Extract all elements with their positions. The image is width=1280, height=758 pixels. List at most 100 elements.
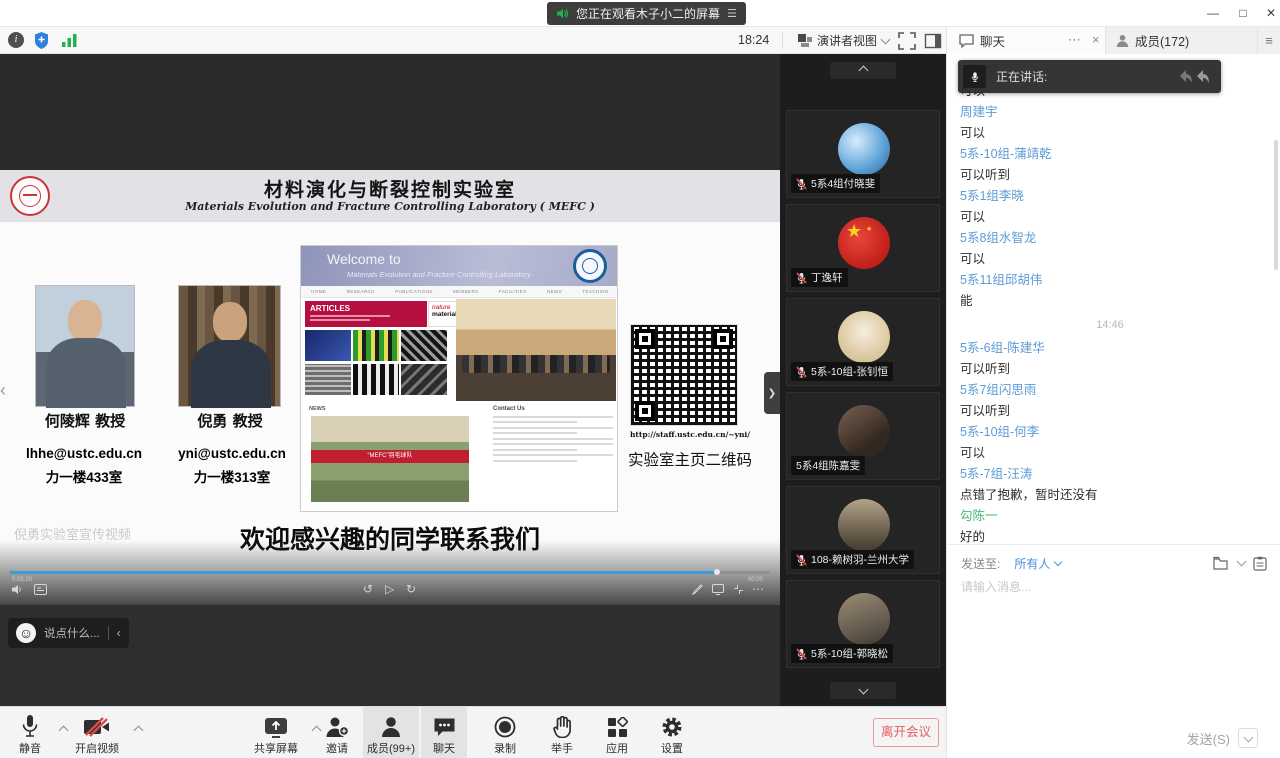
record-icon (494, 716, 516, 738)
chat-label: 聊天 (421, 740, 467, 756)
security-shield-icon[interactable] (34, 32, 49, 49)
settings-button[interactable]: 设置 (646, 712, 698, 756)
start-video-button[interactable]: 开启视频 (64, 712, 130, 756)
avatar (838, 123, 890, 175)
watching-screen-banner[interactable]: 您正在观看木子小二的屏幕 ☰ (547, 2, 746, 25)
participant-name: 5系-10组-张钊恒 (811, 364, 888, 379)
share-screen-button[interactable]: 共享屏幕 (242, 712, 310, 756)
website-seal-logo (573, 249, 607, 283)
apps-icon (607, 717, 628, 738)
video-progress-fill (10, 571, 717, 574)
emoji-icon[interactable]: ☺ (16, 623, 36, 643)
participant-name: 5系4组陈嘉雯 (796, 458, 860, 473)
invite-button[interactable]: 邀请 (311, 712, 363, 756)
participant-tile[interactable]: 5系4组付晓斐 (786, 110, 940, 198)
professor2-email: yni@ustc.edu.cn (158, 446, 306, 461)
badminton-banner: “MEFC”羽毛球队 (311, 450, 469, 463)
chevron-down-icon[interactable] (1054, 558, 1062, 566)
network-signal-icon[interactable] (62, 34, 78, 47)
chat-message-input[interactable] (961, 578, 1261, 698)
chat-scrollbar[interactable] (1274, 140, 1278, 270)
website-nav-item: HOME (311, 289, 326, 294)
screen-icon (712, 584, 724, 595)
apps-button[interactable]: 应用 (591, 712, 643, 756)
rewind-icon: ↺ (363, 582, 373, 596)
raise-hand-button[interactable]: 举手 (536, 712, 588, 756)
website-nav-item: NEWS (547, 289, 562, 294)
view-mode-selector[interactable]: 演讲者视图 (792, 30, 895, 51)
leave-meeting-button[interactable]: 离开会议 (873, 718, 939, 747)
participant-tile[interactable]: ★★ 丁逸轩 (786, 204, 940, 292)
chat-message: 可以 (960, 207, 1269, 228)
collapse-left-icon[interactable]: ‹ (117, 626, 121, 640)
badminton-photo: “MEFC”羽毛球队 (311, 416, 469, 502)
professor2-photo (178, 285, 281, 407)
chat-message: 可以听到 (960, 359, 1269, 380)
tab-chat[interactable]: 聊天 (946, 27, 1105, 54)
participant-tile[interactable]: 5系4组陈嘉雯 (786, 392, 940, 480)
panel-menu-icon[interactable]: ≡ (1257, 27, 1280, 54)
professor1-email: lhhe@ustc.edu.cn (8, 446, 160, 461)
professor2-room: 力一楼313室 (158, 466, 306, 486)
raise-hand-icon (553, 716, 572, 738)
chat-more-icon[interactable]: ⋯ (1068, 32, 1081, 48)
participant-name: 5系4组付晓斐 (811, 176, 875, 191)
volume-icon (12, 584, 24, 595)
chat-message: 可以 (960, 443, 1269, 464)
participant-tile[interactable]: 108-赖树羽-兰州大学 (786, 486, 940, 574)
forward-icon: ↻ (406, 582, 416, 596)
avatar (838, 593, 890, 645)
fullscreen-icon[interactable] (898, 32, 916, 50)
scroll-up-button[interactable] (830, 62, 896, 79)
chat-bubble-icon (959, 34, 974, 48)
chevron-down-icon (858, 684, 868, 694)
video-options-chevron[interactable] (134, 726, 144, 736)
chat-button[interactable]: 聊天 (421, 712, 467, 756)
website-lab-name: Materials Evolution and Fracture Control… (347, 270, 531, 279)
tab-members[interactable]: 成员(172) (1105, 27, 1257, 54)
muted-mic-icon (796, 366, 807, 378)
meeting-clock: 18:24 (738, 33, 769, 47)
avatar (838, 405, 890, 457)
camera-off-icon (83, 716, 111, 738)
send-options-button[interactable] (1238, 728, 1258, 748)
participant-tile[interactable]: 5系-10组-郭晓松 (786, 580, 940, 668)
chat-close-icon[interactable]: × (1092, 32, 1100, 47)
record-button[interactable]: 录制 (479, 712, 531, 756)
participant-tile[interactable]: 5系-10组-张钊恒 (786, 298, 940, 386)
chevron-down-icon[interactable] (1237, 557, 1247, 567)
send-button[interactable]: 发送(S) (1187, 728, 1258, 748)
send-button-label[interactable]: 发送(S) (1187, 729, 1230, 748)
raise-hand-label: 举手 (536, 740, 588, 756)
announcement-icon[interactable] (1253, 556, 1267, 571)
send-to-selector[interactable]: 所有人 (1014, 555, 1050, 572)
chat-sender: 5系11组邱胡伟 (960, 270, 1269, 291)
strip-collapse-handle[interactable]: ❯ (764, 372, 780, 414)
window-titlebar: 您正在观看木子小二的屏幕 ☰ — □ ✕ (0, 0, 1280, 27)
website-articles-block: ARTICLES (305, 301, 427, 327)
website-nav-item: MEMBERS (453, 289, 479, 294)
professor1-photo (35, 285, 135, 407)
record-label: 录制 (479, 740, 531, 756)
chat-sender: 5系7组闪思雨 (960, 380, 1269, 401)
banner-menu-icon[interactable]: ☰ (727, 7, 737, 20)
reply-arrow-icon (1187, 67, 1211, 87)
share-prev-arrow-icon[interactable]: ‹ (0, 380, 6, 401)
maximize-button[interactable]: □ (1230, 4, 1256, 23)
danmaku-placeholder[interactable]: 说点什么... (44, 625, 100, 641)
close-button[interactable]: ✕ (1258, 4, 1280, 23)
scroll-down-button[interactable] (830, 682, 896, 699)
shrink-icon (733, 584, 744, 595)
members-button[interactable]: 成员(99+) (362, 712, 420, 756)
active-mic-icon (963, 65, 986, 88)
meeting-info-icon[interactable]: i (8, 32, 24, 48)
minimize-button[interactable]: — (1200, 4, 1226, 23)
watching-banner-text: 您正在观看木子小二的屏幕 (576, 5, 720, 22)
danmaku-input-bar[interactable]: ☺ 说点什么... ‹ (8, 618, 129, 648)
mute-button[interactable]: 静音 (2, 712, 58, 756)
side-panel-toggle-icon[interactable] (924, 32, 942, 50)
speaking-label: 正在讲话: (996, 68, 1177, 85)
chat-history-folder-icon[interactable] (1213, 556, 1230, 570)
chevron-up-icon (858, 66, 868, 76)
toolbar-divider (782, 33, 783, 48)
